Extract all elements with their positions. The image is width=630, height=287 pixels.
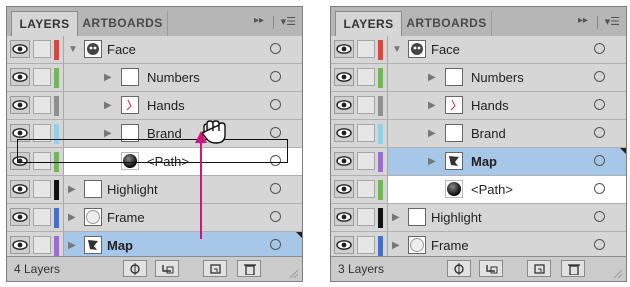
lock-toggle[interactable] bbox=[357, 40, 375, 58]
lock-toggle[interactable] bbox=[357, 124, 375, 142]
hand-grab-icon bbox=[201, 120, 226, 144]
disclosure-triangle-icon[interactable]: ▶ bbox=[428, 156, 436, 167]
layer-row-map[interactable]: ▶ Map bbox=[331, 148, 626, 176]
thumbnail bbox=[408, 40, 426, 58]
eye-icon[interactable] bbox=[334, 96, 354, 114]
thumbnail bbox=[408, 208, 426, 226]
tab-layers[interactable]: LAYERS bbox=[335, 11, 402, 36]
disclosure-triangle-icon[interactable]: ▶ bbox=[392, 240, 400, 251]
panel-tab-bar: LAYERS ARTBOARDS ▸▸ ▾☰ bbox=[331, 7, 626, 37]
target-circle-icon[interactable] bbox=[594, 155, 605, 166]
drag-arrow-icon bbox=[195, 131, 207, 239]
disclosure-triangle-icon[interactable]: ▶ bbox=[428, 72, 436, 83]
resize-grip-icon[interactable] bbox=[613, 269, 623, 279]
trash-icon[interactable] bbox=[561, 260, 585, 277]
layers-panel-before: LAYERS ARTBOARDS ▸▸ ▾☰ ▼ Face ▶ Numbers bbox=[6, 6, 303, 282]
make-clipping-mask-icon[interactable] bbox=[479, 260, 503, 277]
layer-color-bar bbox=[378, 68, 383, 88]
eye-icon[interactable] bbox=[334, 68, 354, 86]
layer-name: <Path> bbox=[471, 182, 513, 197]
layer-name: Map bbox=[471, 154, 497, 169]
layer-row-face[interactable]: ▼ Face bbox=[331, 36, 626, 64]
eye-icon[interactable] bbox=[334, 208, 354, 226]
layers-panel-after: LAYERS ARTBOARDS ▸▸ ▾☰ ▼ Face ▶ Numbers bbox=[330, 6, 627, 282]
layer-name: Frame bbox=[431, 238, 469, 253]
layer-color-bar bbox=[378, 208, 383, 228]
lock-toggle[interactable] bbox=[357, 152, 375, 170]
target-circle-icon[interactable] bbox=[594, 99, 605, 110]
target-circle-icon[interactable] bbox=[594, 43, 605, 54]
target-circle-icon[interactable] bbox=[594, 183, 605, 194]
layer-row-path[interactable]: <Path> bbox=[331, 176, 626, 204]
thumbnail bbox=[445, 180, 463, 198]
panel-footer: 3 Layers bbox=[331, 256, 626, 281]
eye-icon[interactable] bbox=[334, 124, 354, 142]
thumbnail bbox=[445, 152, 463, 170]
lock-toggle[interactable] bbox=[357, 96, 375, 114]
new-sublayer-icon[interactable] bbox=[527, 260, 551, 277]
layer-color-bar bbox=[378, 152, 383, 172]
lock-toggle[interactable] bbox=[357, 208, 375, 226]
layer-color-bar bbox=[378, 180, 383, 200]
layer-row-hands[interactable]: ▶ Hands bbox=[331, 92, 626, 120]
layer-name: Highlight bbox=[431, 210, 482, 225]
thumbnail bbox=[408, 236, 426, 254]
target-circle-icon[interactable] bbox=[594, 239, 605, 250]
eye-icon[interactable] bbox=[334, 40, 354, 58]
layer-name: Face bbox=[431, 42, 460, 57]
layer-name: Hands bbox=[471, 98, 509, 113]
lock-toggle[interactable] bbox=[357, 68, 375, 86]
lock-toggle[interactable] bbox=[357, 180, 375, 198]
target-circle-icon[interactable] bbox=[594, 127, 605, 138]
layer-color-bar bbox=[378, 236, 383, 256]
tab-artboards[interactable]: ARTBOARDS bbox=[402, 11, 492, 36]
layer-color-bar bbox=[378, 124, 383, 144]
panel-menu-icon[interactable]: ▾☰ bbox=[605, 15, 620, 28]
thumbnail bbox=[445, 96, 463, 114]
target-circle-icon[interactable] bbox=[594, 71, 605, 82]
layer-color-bar bbox=[378, 96, 383, 116]
thumbnail bbox=[445, 124, 463, 142]
disclosure-triangle-icon[interactable]: ▶ bbox=[428, 128, 436, 139]
lock-toggle[interactable] bbox=[357, 236, 375, 254]
disclosure-triangle-icon[interactable]: ▼ bbox=[392, 44, 402, 55]
divider bbox=[597, 16, 598, 29]
selection-indicator bbox=[620, 148, 626, 154]
collapse-panel-icon[interactable]: ▸▸ bbox=[578, 15, 588, 26]
layer-color-bar bbox=[378, 40, 383, 60]
disclosure-triangle-icon[interactable]: ▶ bbox=[428, 100, 436, 111]
layer-count: 3 Layers bbox=[338, 262, 385, 276]
layer-name: Brand bbox=[471, 126, 506, 141]
layer-row-numbers[interactable]: ▶ Numbers bbox=[331, 64, 626, 92]
layer-name: Numbers bbox=[471, 70, 524, 85]
layer-row-highlight[interactable]: ▶ Highlight bbox=[331, 204, 626, 232]
eye-icon[interactable] bbox=[334, 152, 354, 170]
target-circle-icon[interactable] bbox=[594, 211, 605, 222]
thumbnail bbox=[445, 68, 463, 86]
eye-icon[interactable] bbox=[334, 180, 354, 198]
layer-row-brand[interactable]: ▶ Brand bbox=[331, 120, 626, 148]
locate-object-icon[interactable] bbox=[447, 260, 471, 277]
disclosure-triangle-icon[interactable]: ▶ bbox=[392, 212, 400, 223]
eye-icon[interactable] bbox=[334, 236, 354, 254]
